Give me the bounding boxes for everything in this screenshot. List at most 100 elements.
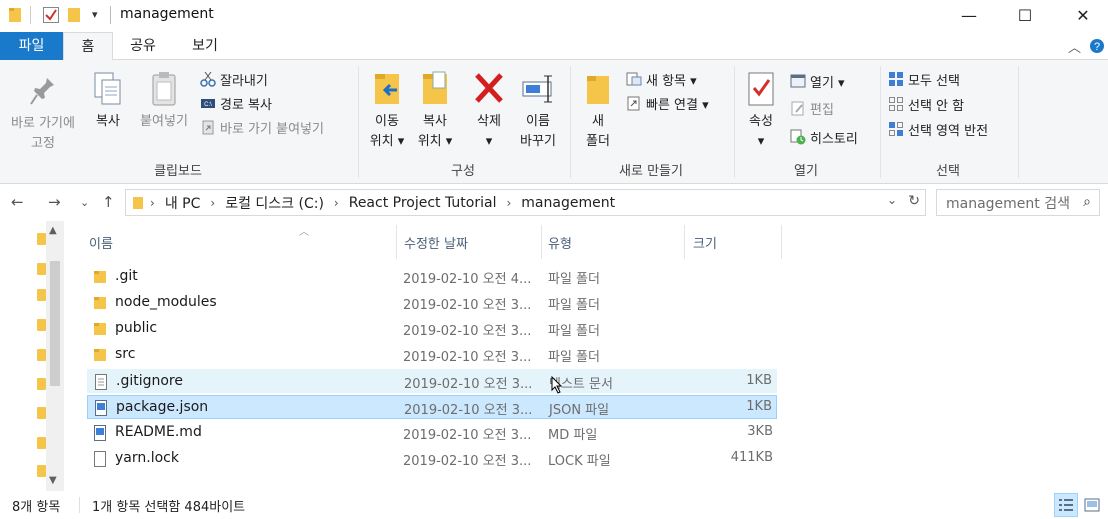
invert-selection-button[interactable]: 선택 영역 반전 [888,119,988,139]
easy-access-icon [627,96,640,111]
new-folder-button[interactable]: 새 폴더 [576,70,620,152]
search-icon[interactable]: ⌕ [1083,194,1091,210]
maximize-button[interactable]: ☐ [1002,0,1048,30]
collapse-ribbon-icon[interactable]: ︿ [1068,37,1081,56]
column-type[interactable]: 유형 [548,233,572,252]
file-size: 411KB [730,450,773,465]
recent-locations-icon[interactable]: ⌄ [80,196,89,209]
item-count: 8개 항목 [12,500,61,515]
refresh-icon[interactable]: ↻ [908,193,920,209]
column-divider[interactable] [684,225,685,259]
column-header-row: ︿ 이름 수정한 날짜 유형 크기 [66,221,1108,261]
chevron-right-icon[interactable]: › [334,196,339,210]
select-none-button[interactable]: 선택 안 함 [888,94,964,114]
chevron-right-icon[interactable]: › [150,196,155,210]
properties-checkbox-icon[interactable] [42,6,60,24]
tab-view[interactable]: 보기 [180,32,230,60]
customize-quick-access-icon[interactable]: ▾ [92,8,98,26]
file-row[interactable]: README.md 2019-02-10 오전 3... MD 파일 3KB [87,421,777,445]
file-row[interactable]: yarn.lock 2019-02-10 오전 3... LOCK 파일 411… [87,447,777,471]
history-button[interactable]: 히스토리 [790,127,858,147]
open-icon [790,74,806,88]
scroll-down-icon[interactable]: ▼ [49,475,57,486]
properties-button[interactable]: 속성 ▾ [740,70,782,152]
column-modified[interactable]: 수정한 날짜 [404,233,468,252]
folder-icon[interactable] [37,289,46,301]
chevron-right-icon[interactable]: › [210,196,215,210]
breadcrumb-local-disk[interactable]: 로컬 디스크 (C:) [225,193,324,213]
tab-share[interactable]: 공유 [118,32,168,60]
chevron-right-icon[interactable]: › [506,196,511,210]
window-title: management [120,6,214,22]
file-date: 2019-02-10 오전 3... [403,350,532,365]
rename-label-line1: 이름 [526,114,550,129]
move-to-button[interactable]: 이동 위치 ▾ [364,70,410,152]
tab-home[interactable]: 홈 [63,32,113,61]
column-name[interactable]: 이름 [89,233,113,252]
folder-icon[interactable] [37,319,46,331]
new-folder-label-line1: 새 [592,114,604,129]
edit-label: 편집 [810,102,834,118]
forward-arrow-icon[interactable]: → [48,193,61,211]
edit-button[interactable]: 편집 [790,98,834,118]
folder-icon[interactable] [37,263,46,275]
file-row[interactable]: package.json 2019-02-10 오전 3... JSON 파일 … [87,395,777,419]
easy-access-button[interactable]: 빠른 연결 ▾ [626,93,709,113]
delete-button[interactable]: 삭제 ▾ [466,70,512,152]
file-name: public [115,320,158,336]
folder-icon[interactable] [37,407,46,419]
folder-icon[interactable] [37,349,46,361]
rename-icon [522,75,552,103]
address-bar[interactable]: › 내 PC › 로컬 디스크 (C:) › React Project Tut… [125,189,926,216]
copy-path-button[interactable]: C:\ 경로 복사 [200,93,272,113]
details-view-button[interactable] [1054,493,1078,517]
large-icons-view-button[interactable] [1080,493,1104,517]
file-row[interactable]: src 2019-02-10 오전 3... 파일 폴더 [87,343,777,367]
folder-icon[interactable] [37,378,46,390]
copy-button[interactable]: 복사 [88,70,128,132]
minimize-button[interactable]: — [946,0,992,30]
close-button[interactable]: ✕ [1060,0,1106,30]
new-item-icon [626,72,642,86]
nav-pane-scrollbar[interactable]: ▲ ▼ [46,221,64,491]
file-row[interactable]: .gitignore 2019-02-10 오전 3... 텍스트 문서 1KB [87,369,777,394]
new-item-button[interactable]: 새 항목 ▾ [626,69,697,89]
breadcrumb-management[interactable]: management [521,195,615,211]
column-size[interactable]: 크기 [693,233,717,252]
breadcrumb-react-project[interactable]: React Project Tutorial [349,195,497,211]
pin-label-line1: 바로 가기에 [11,116,75,131]
folder-icon [94,349,106,361]
pin-to-quick-access-button[interactable]: 바로 가기에 고정 [4,74,82,154]
column-divider[interactable] [781,225,782,259]
copy-to-button[interactable]: 복사 위치 ▾ [412,70,458,152]
rename-button[interactable]: 이름 바꾸기 [514,70,562,152]
folder-icon[interactable] [37,437,46,449]
paste-button[interactable]: 붙여넣기 [132,70,196,132]
file-row[interactable]: node_modules 2019-02-10 오전 3... 파일 폴더 [87,291,777,315]
search-box[interactable]: management 검색 ⌕ [936,189,1100,216]
column-divider[interactable] [396,225,397,259]
paste-shortcut-icon [202,120,214,135]
breadcrumb-this-pc[interactable]: 내 PC [165,193,201,213]
help-icon[interactable]: ? [1089,38,1105,54]
column-divider[interactable] [541,225,542,259]
address-dropdown-icon[interactable]: ⌄ [887,193,897,207]
up-arrow-icon[interactable]: ↑ [102,193,115,211]
select-all-button[interactable]: 모두 선택 [888,69,960,89]
folder-icon [9,8,21,22]
file-row[interactable]: .git 2019-02-10 오전 4... 파일 폴더 [87,265,777,289]
file-row[interactable]: public 2019-02-10 오전 3... 파일 폴더 [87,317,777,341]
tab-file[interactable]: 파일 [0,32,63,60]
folder-icon[interactable] [37,233,46,245]
open-button[interactable]: 열기 ▾ [790,71,845,91]
new-folder-quick-icon[interactable] [67,6,81,24]
folder-icon[interactable] [37,465,46,477]
svg-text:C:\: C:\ [204,102,212,108]
mouse-cursor-icon [551,376,563,394]
paste-shortcut-button[interactable]: 바로 가기 붙여넣기 [200,117,324,137]
back-arrow-icon[interactable]: ← [11,193,24,211]
md-file-icon [94,425,106,441]
scroll-up-icon[interactable]: ▲ [49,225,57,236]
cut-button[interactable]: 잘라내기 [200,69,268,89]
scrollbar-thumb[interactable] [50,261,60,386]
